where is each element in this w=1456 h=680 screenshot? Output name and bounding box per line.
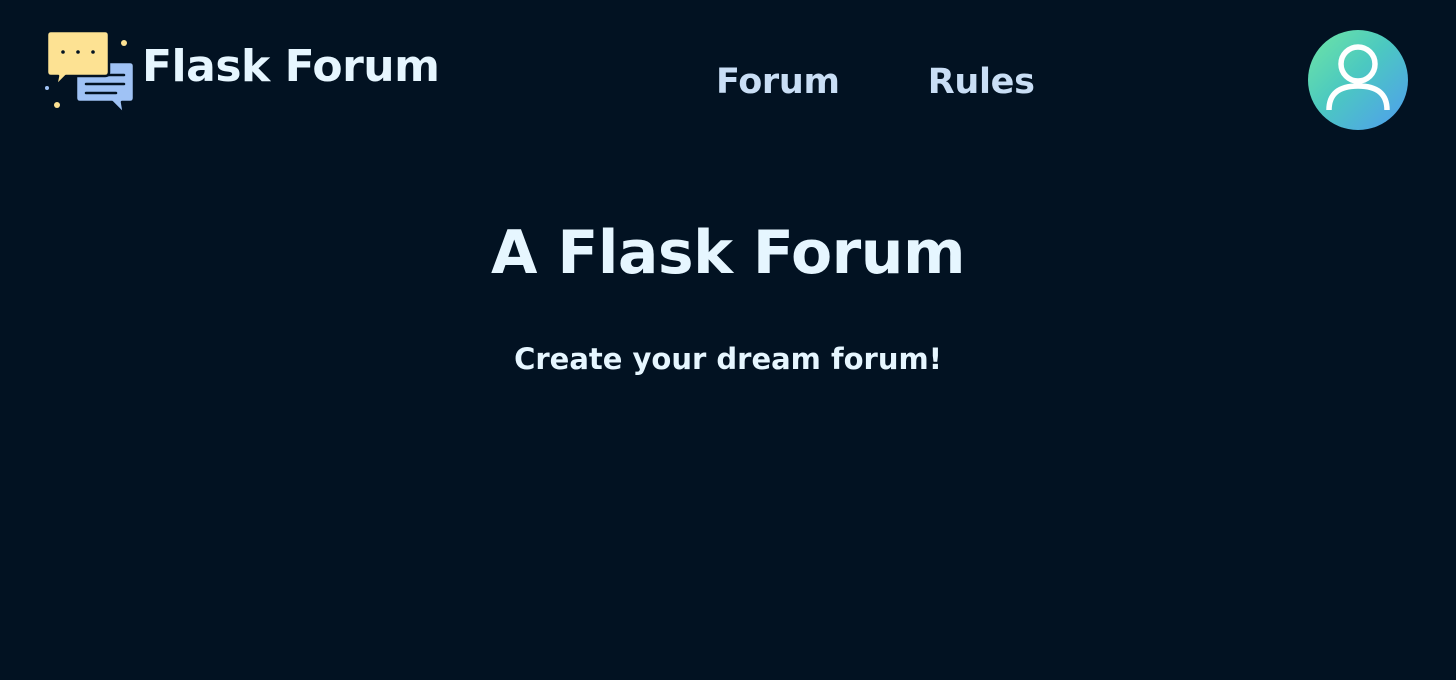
hero-subtitle: Create your dream forum! <box>514 342 942 376</box>
nav-link-forum[interactable]: Forum <box>716 62 840 102</box>
hero-title: A Flask Forum <box>491 218 965 288</box>
brand-link[interactable]: Flask Forum <box>44 28 440 120</box>
user-avatar-button[interactable] <box>1308 30 1408 130</box>
nav-link-rules[interactable]: Rules <box>928 62 1035 102</box>
brand-title: Flask Forum <box>142 40 440 92</box>
chat-bubbles-icon <box>45 29 136 116</box>
user-icon <box>1326 44 1390 111</box>
page: Flask Forum Forum Rules A Flask Forum Cr… <box>0 0 1456 680</box>
main-nav: Forum Rules <box>716 62 1035 102</box>
navbar: Flask Forum Forum Rules <box>0 0 1456 160</box>
